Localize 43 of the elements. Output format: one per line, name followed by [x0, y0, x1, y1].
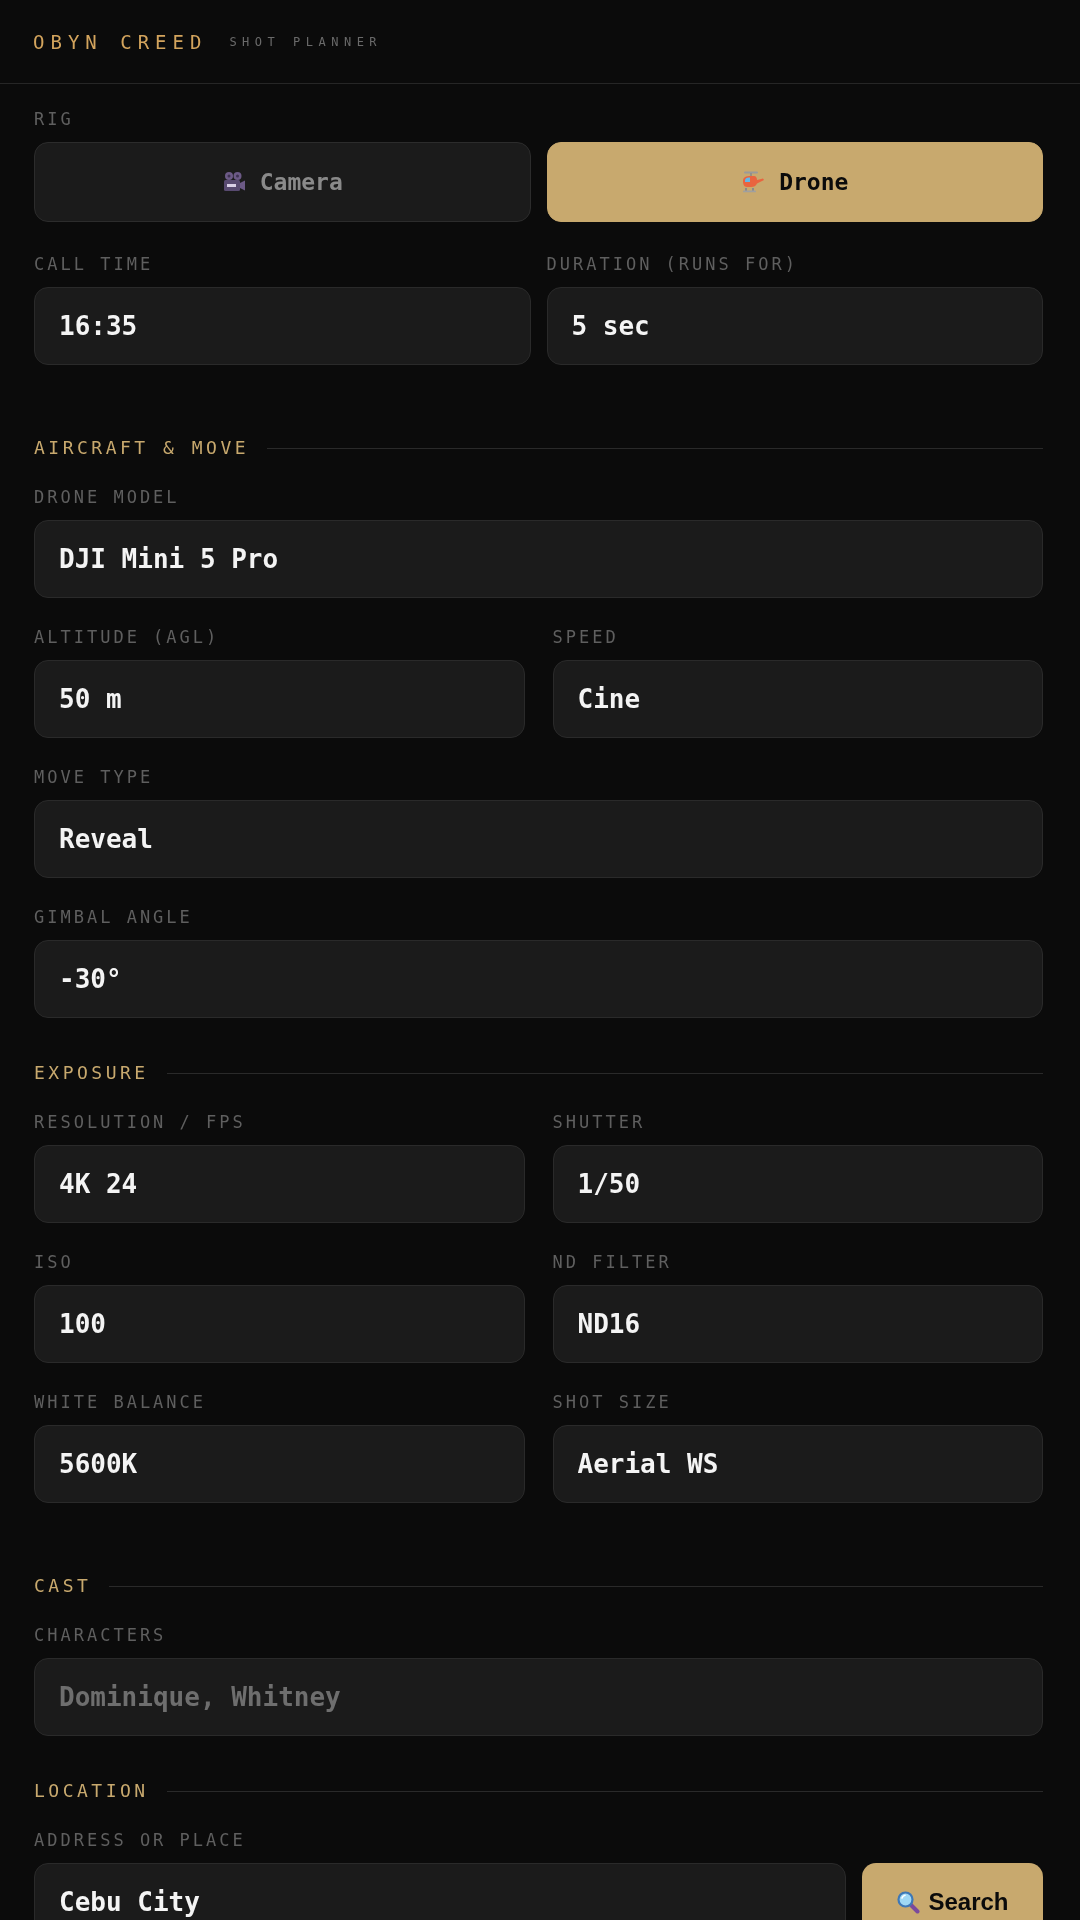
helicopter-icon	[741, 170, 766, 194]
field-label: MOVE TYPE	[34, 767, 155, 787]
field-label: SHOT SIZE	[552, 1392, 673, 1412]
field-label: ND FILTER	[552, 1252, 673, 1272]
movie-camera-icon	[221, 170, 246, 194]
input-field[interactable]: 1/50	[552, 1145, 1043, 1223]
field-label: WHITE BALANCE	[34, 1392, 208, 1412]
field-label: ALTITUDE (AGL)	[34, 627, 221, 647]
input-field[interactable]: 5 sec	[546, 287, 1043, 365]
section-title: AIRCRAFT & MOVE	[34, 438, 250, 458]
field-label: RESOLUTION / FPS	[34, 1112, 247, 1132]
input-field[interactable]: ND16	[552, 1285, 1043, 1363]
search-icon	[896, 1890, 921, 1914]
input-field[interactable]: 100	[34, 1285, 525, 1363]
app-title: OBYN CREED	[33, 29, 208, 54]
input-field[interactable]: 50 m	[34, 660, 525, 738]
app-subtitle: SHOT PLANNER	[229, 33, 383, 50]
input-field[interactable]: -30°	[34, 940, 1043, 1018]
input-field[interactable]: 16:35	[34, 287, 531, 365]
field-label: RIG	[34, 109, 75, 129]
section-title: LOCATION	[34, 1781, 149, 1801]
field-label: SHUTTER	[552, 1112, 647, 1132]
input-field[interactable]: Reveal	[34, 800, 1043, 878]
section-title: CAST	[34, 1576, 92, 1596]
input-field[interactable]: 5600K	[34, 1425, 525, 1503]
field-label: GIMBAL ANGLE	[34, 907, 194, 927]
input-field[interactable]: DJI Mini 5 Pro	[34, 520, 1043, 598]
field-label: ISO	[34, 1252, 75, 1272]
input-field[interactable]: Cine	[552, 660, 1043, 738]
search-button[interactable]: Search	[862, 1863, 1043, 1920]
rig-option[interactable]: Camera	[34, 142, 531, 222]
field-label: DRONE MODEL	[34, 487, 181, 507]
field-label: CHARACTERS	[34, 1625, 168, 1645]
input-field[interactable]: 4K 24	[34, 1145, 525, 1223]
input-field[interactable]: Dominique, Whitney	[34, 1658, 1043, 1736]
rig-option[interactable]: Drone	[546, 142, 1043, 222]
field-label: SPEED	[552, 627, 620, 647]
input-field[interactable]: Cebu City	[34, 1863, 846, 1920]
field-label: ADDRESS OR PLACE	[34, 1830, 247, 1850]
field-label: DURATION (RUNS FOR)	[546, 254, 799, 274]
field-label: CALL TIME	[34, 254, 155, 274]
input-field[interactable]: Aerial WS	[552, 1425, 1043, 1503]
section-title: EXPOSURE	[34, 1063, 149, 1083]
